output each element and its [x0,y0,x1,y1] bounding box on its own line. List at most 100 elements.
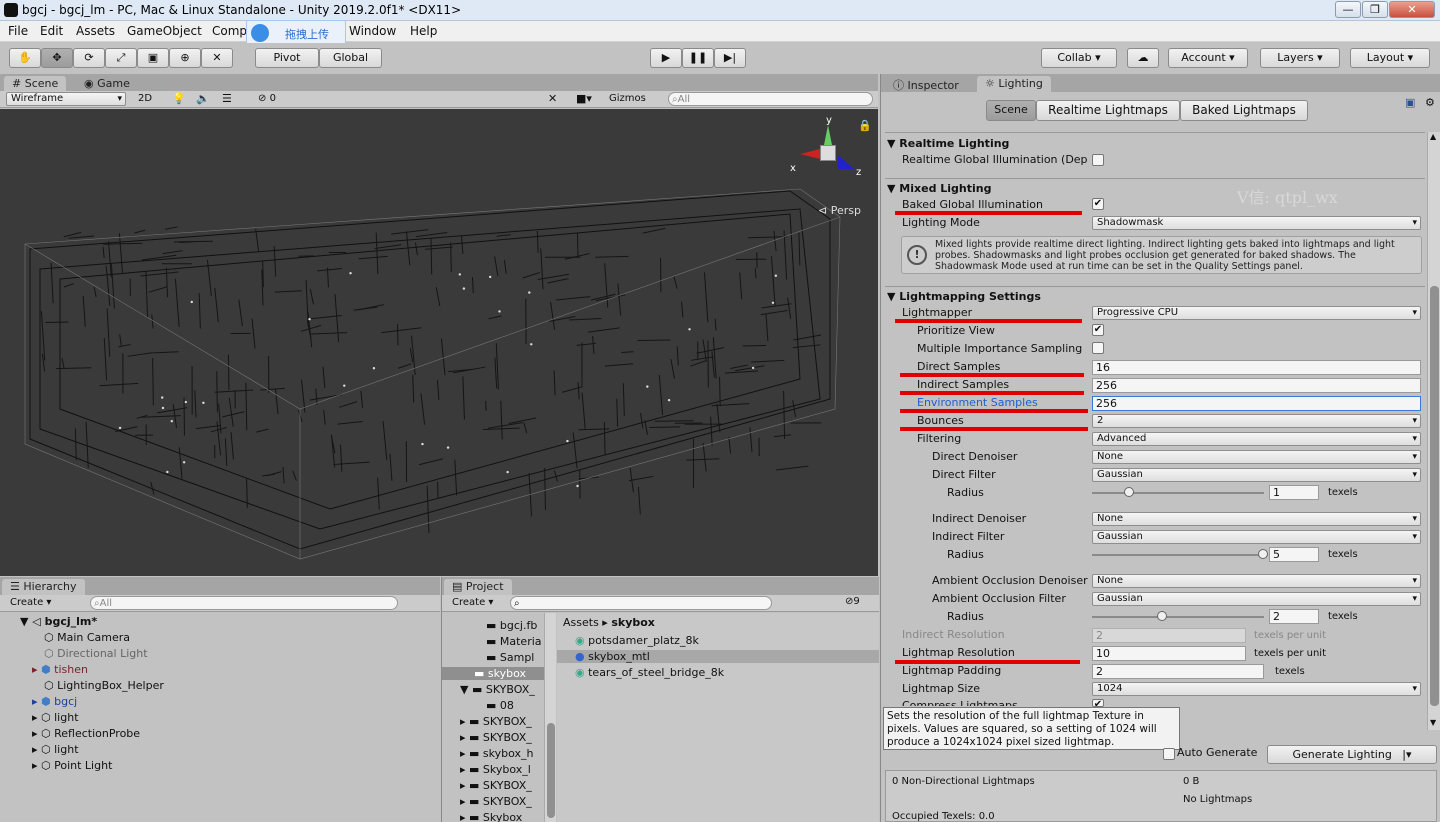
realtime-gi-checkbox[interactable] [1092,154,1104,166]
lighting-scroll-thumb[interactable] [1430,286,1439,706]
tab-game[interactable]: ◉ Game [76,76,138,92]
2d-toggle[interactable]: 2D [138,93,152,104]
menu-component[interactable]: Comp [212,24,247,38]
hier-main-camera[interactable]: ⬡ Main Camera [44,631,130,644]
menu-help[interactable]: Help [410,24,437,38]
help-book-icon[interactable]: ▣ [1405,96,1415,109]
orientation-gizmo[interactable]: y x z [790,115,862,185]
gizmo-x-cone[interactable] [800,149,820,159]
close-button[interactable]: ✕ [1389,1,1435,18]
direct-radius-slider[interactable] [1092,492,1264,494]
ao-radius-field[interactable]: 2 [1269,609,1319,624]
filtering-dropdown[interactable]: Advanced [1092,432,1421,446]
realtime-lighting-header[interactable]: ▼ Realtime Lighting [887,137,1009,150]
ao-radius-knob[interactable] [1157,611,1168,621]
lighting-scrollbar[interactable]: ▲ ▼ [1427,132,1440,730]
audio-toggle-icon[interactable]: 🔈 [196,92,210,105]
indirect-samples-field[interactable]: 256 [1092,378,1421,393]
menu-edit[interactable]: Edit [40,24,63,38]
lighting-mode-dropdown[interactable]: Shadowmask [1092,216,1421,230]
indirect-denoiser-dropdown[interactable]: None [1092,512,1421,526]
direct-filter-dropdown[interactable]: Gaussian [1092,468,1421,482]
gizmo-center[interactable] [820,145,836,161]
gizmos-dropdown[interactable]: Gizmos [609,93,646,104]
menu-assets[interactable]: Assets [76,24,115,38]
scene-viewport[interactable]: ⊲ Persp y x z 🔒 [0,109,878,576]
pivot-toggle[interactable]: Pivot [255,48,319,68]
scene-search-input[interactable]: ⌕All [668,92,873,106]
folder-skybox-h[interactable]: ▸ ▬ skybox_h [460,747,534,760]
seg-scene[interactable]: Scene [986,100,1036,121]
draw-mode-dropdown[interactable]: Wireframe [6,92,126,106]
rotate-tool-icon[interactable]: ⟳ [73,48,105,68]
account-dropdown[interactable]: Account ▾ [1168,48,1248,68]
camera-icon[interactable]: ■▾ [576,92,592,105]
menu-gameobject[interactable]: GameObject [127,24,202,38]
transform-tool-icon[interactable]: ⊕ [169,48,201,68]
hierarchy-create-dropdown[interactable]: Create ▾ [10,597,51,608]
minimize-button[interactable]: — [1335,1,1361,18]
cloud-icon[interactable]: ☁ [1127,48,1159,68]
persp-label[interactable]: ⊲ Persp [818,204,861,217]
direct-radius-knob[interactable] [1123,487,1134,497]
mixed-lighting-header[interactable]: ▼ Mixed Lighting [887,182,992,195]
rect-tool-icon[interactable]: ▣ [137,48,169,68]
scale-tool-icon[interactable]: ⤢ [105,48,137,68]
folder-skybox-5[interactable]: ▸ ▬ SKYBOX_ [460,795,532,808]
auto-generate-checkbox[interactable] [1163,748,1175,760]
folder-skybox[interactable]: ▬ skybox [442,667,556,680]
hier-directional-light[interactable]: ⬡ Directional Light [44,647,148,660]
play-icon[interactable]: ▶ [650,48,682,68]
lightmap-padding-field[interactable]: 2 [1092,664,1264,679]
scroll-down-icon[interactable]: ▼ [1430,718,1436,727]
ao-denoiser-dropdown[interactable]: None [1092,574,1421,588]
lock-icon[interactable]: 🔒 [858,119,872,132]
tab-lighting[interactable]: ☼ Lighting [977,76,1051,92]
file-potsdamer[interactable]: ◉ potsdamer_platz_8k [575,634,699,647]
hand-tool-icon[interactable]: ✋ [9,48,41,68]
gizmo-z-cone[interactable] [838,155,854,169]
folder-skybox-l[interactable]: ▸ ▬ Skybox_l [460,763,531,776]
project-search-input[interactable]: ⌕ [510,596,772,610]
effects-toggle-icon[interactable]: ☰ [222,92,232,105]
breadcrumb-assets[interactable]: Assets [563,616,599,629]
indirect-filter-dropdown[interactable]: Gaussian [1092,530,1421,544]
scene-root[interactable]: ▼ ◁ bgcj_lm* [20,615,97,628]
baked-gi-checkbox[interactable]: ✔ [1092,198,1104,210]
folder-tree-scroll-thumb[interactable] [547,723,555,818]
hier-bgcj[interactable]: ▸ ⬢ bgcj [32,695,77,708]
layout-dropdown[interactable]: Layout ▾ [1350,48,1430,68]
generate-lighting-button[interactable]: Generate Lighting |▾ [1267,745,1437,764]
tab-scene[interactable]: # Scene [4,76,67,92]
hier-light-2[interactable]: ▸ ⬡ light [32,743,79,756]
folder-samples[interactable]: ▬ Sampl [486,651,534,664]
tools-icon[interactable]: ✕ [548,92,557,105]
hier-light-1[interactable]: ▸ ⬡ light [32,711,79,724]
indirect-radius-field[interactable]: 5 [1269,547,1319,562]
lightmap-size-dropdown[interactable]: 1024 [1092,682,1421,696]
hier-tishen[interactable]: ▸ ⬢ tishen [32,663,88,676]
menu-window[interactable]: Window [349,24,396,38]
seg-baked-lightmaps[interactable]: Baked Lightmaps [1180,100,1308,121]
hier-point-light[interactable]: ▸ ⬡ Point Light [32,759,112,772]
ao-filter-dropdown[interactable]: Gaussian [1092,592,1421,606]
folder-skybox-4[interactable]: ▸ ▬ SKYBOX_ [460,779,532,792]
indirect-radius-slider[interactable] [1092,554,1264,556]
direct-denoiser-dropdown[interactable]: None [1092,450,1421,464]
ao-radius-slider[interactable] [1092,616,1264,618]
global-toggle[interactable]: Global [319,48,382,68]
bounces-dropdown[interactable]: 2 [1092,414,1421,428]
direct-samples-field[interactable]: 16 [1092,360,1421,375]
prioritize-view-checkbox[interactable]: ✔ [1092,324,1104,336]
file-skybox-mtl[interactable]: ● skybox_mtl [557,650,879,663]
hier-lightingbox-helper[interactable]: ⬡ LightingBox_Helper [44,679,164,692]
menu-file[interactable]: File [8,24,28,38]
folder-materials[interactable]: ▬ Materia [486,635,542,648]
collab-dropdown[interactable]: Collab ▾ [1041,48,1117,68]
tab-project[interactable]: ▤ Project [444,579,512,595]
tab-hierarchy[interactable]: ☰ Hierarchy [2,579,85,595]
hier-reflection-probe[interactable]: ▸ ⬡ ReflectionProbe [32,727,140,740]
layers-dropdown[interactable]: Layers ▾ [1260,48,1340,68]
settings-gear-icon[interactable]: ⚙ [1425,96,1435,109]
folder-skybox-1[interactable]: ▼ ▬ SKYBOX_ [460,683,535,696]
